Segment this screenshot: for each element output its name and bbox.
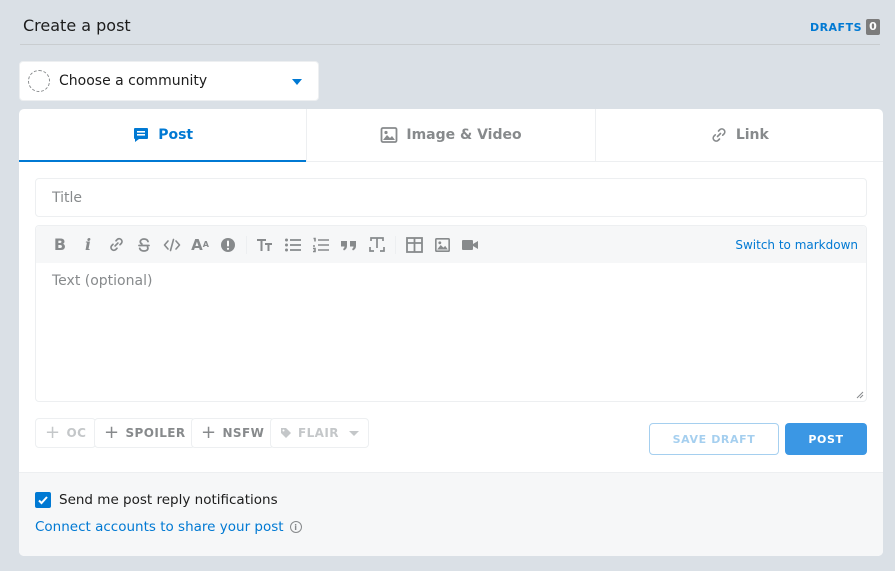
bulleted-list-icon[interactable] xyxy=(279,231,307,259)
post-type-tabs: Post Image & Video Link xyxy=(19,109,883,162)
notifications-checkbox[interactable] xyxy=(35,492,51,508)
oc-tag-button[interactable]: + OC xyxy=(35,418,97,448)
post-icon xyxy=(132,126,150,144)
drafts-button[interactable]: DRAFTS 0 xyxy=(810,19,880,35)
switch-to-markdown-link[interactable]: Switch to markdown xyxy=(735,238,858,252)
plus-icon: + xyxy=(201,422,217,443)
superscript-icon[interactable]: AA xyxy=(186,231,214,259)
editor-toolbar: B i AA Switch to markdown xyxy=(36,226,866,263)
flair-button[interactable]: FLAIR xyxy=(270,418,369,448)
notifications-label: Send me post reply notifications xyxy=(59,492,278,508)
spoiler-icon[interactable] xyxy=(214,231,242,259)
community-placeholder-icon xyxy=(28,70,50,92)
plus-icon: + xyxy=(104,422,120,443)
drafts-count-badge: 0 xyxy=(866,19,880,35)
body-textarea[interactable]: Text (optional) xyxy=(36,263,866,401)
page-header: Create a post DRAFTS 0 xyxy=(20,0,880,45)
post-button[interactable]: POST xyxy=(785,423,867,455)
toolbar-divider xyxy=(395,235,396,254)
tab-post-label: Post xyxy=(158,127,194,143)
tab-link-label: Link xyxy=(735,127,769,143)
page-title: Create a post xyxy=(23,16,131,35)
oc-label: OC xyxy=(66,426,87,440)
image-icon xyxy=(380,126,398,144)
info-icon[interactable]: i xyxy=(289,521,302,533)
bold-icon[interactable]: B xyxy=(46,231,74,259)
table-icon[interactable] xyxy=(400,231,428,259)
tab-post[interactable]: Post xyxy=(19,109,308,162)
rich-text-editor: B i AA Switch to markdown Text (optional… xyxy=(35,225,867,402)
tag-icon xyxy=(281,428,291,438)
link-icon[interactable] xyxy=(102,231,130,259)
spoiler-label: SPOILER xyxy=(125,426,186,440)
post-options-footer: Send me post reply notifications Connect… xyxy=(19,472,883,556)
checkmark-icon xyxy=(38,496,48,505)
heading-icon[interactable] xyxy=(251,231,279,259)
italic-icon[interactable]: i xyxy=(74,231,102,259)
save-draft-button[interactable]: SAVE DRAFT xyxy=(649,423,779,455)
connect-accounts-link[interactable]: Connect accounts to share your post i xyxy=(35,519,302,535)
plus-icon: + xyxy=(45,422,61,443)
video-icon[interactable] xyxy=(456,231,484,259)
tab-image-video[interactable]: Image & Video xyxy=(307,109,596,161)
drafts-label: DRAFTS xyxy=(809,20,862,34)
quote-block-icon[interactable] xyxy=(335,231,363,259)
numbered-list-icon[interactable] xyxy=(307,231,335,259)
strikethrough-icon[interactable] xyxy=(130,231,158,259)
image-icon[interactable] xyxy=(428,231,456,259)
nsfw-label: NSFW xyxy=(222,426,265,440)
toolbar-divider xyxy=(246,235,247,254)
community-selector[interactable]: Choose a community xyxy=(19,61,319,101)
community-selector-label: Choose a community xyxy=(59,73,208,89)
link-icon xyxy=(710,126,728,144)
flair-label: FLAIR xyxy=(298,426,339,440)
connect-accounts-label: Connect accounts to share your post xyxy=(35,519,284,535)
code-block-icon[interactable] xyxy=(363,231,391,259)
resize-handle-icon[interactable] xyxy=(856,391,864,399)
tab-link[interactable]: Link xyxy=(596,109,883,161)
chevron-down-icon xyxy=(292,79,302,85)
spoiler-tag-button[interactable]: + SPOILER xyxy=(94,418,196,448)
inline-code-icon[interactable] xyxy=(158,231,186,259)
post-card: Post Image & Video Link B i xyxy=(19,109,883,556)
title-input[interactable] xyxy=(35,178,867,217)
chevron-down-icon xyxy=(348,430,359,436)
tab-image-video-label: Image & Video xyxy=(406,127,522,143)
nsfw-tag-button[interactable]: + NSFW xyxy=(191,418,275,448)
